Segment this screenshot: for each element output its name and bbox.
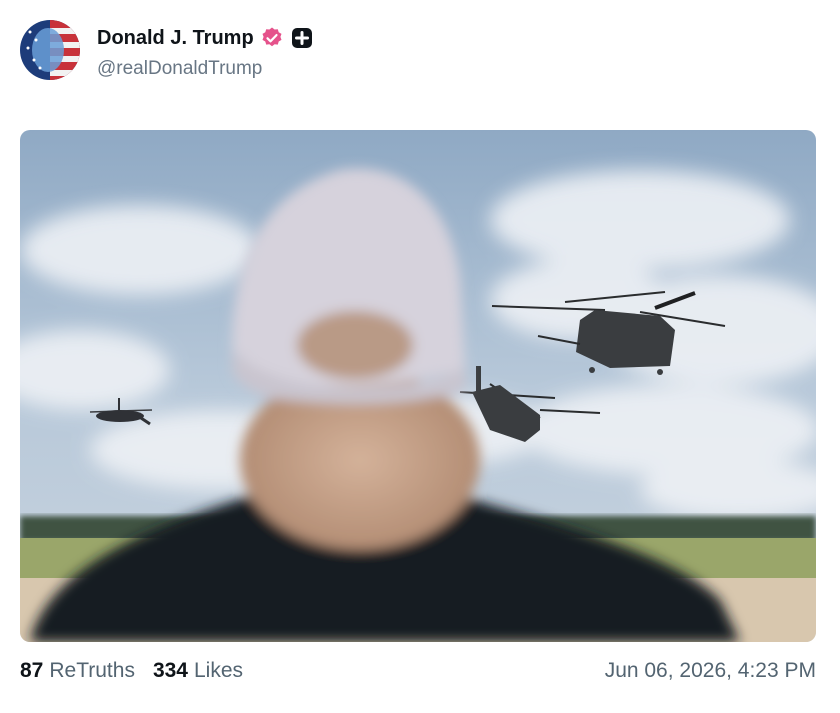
author-avatar[interactable] <box>20 20 80 80</box>
author-display-name[interactable]: Donald J. Trump <box>97 27 254 50</box>
retruths-stat[interactable]: 87 ReTruths <box>20 659 135 683</box>
post-header: Donald J. Trump @realDonaldTrump <box>20 20 820 82</box>
post-timestamp[interactable]: Jun 06, 2026, 4:23 PM <box>605 659 816 683</box>
author-name-row: Donald J. Trump <box>97 26 314 50</box>
likes-count: 334 <box>152 659 188 682</box>
helicopters-photo <box>20 130 816 642</box>
retruths-label: ReTruths <box>49 659 135 682</box>
post-footer: 87 ReTruths 334 Likes Jun 06, 2026, 4:23… <box>20 656 816 688</box>
post-photo[interactable] <box>20 130 816 642</box>
avatar-image <box>20 20 80 80</box>
verified-badge-icon <box>260 26 284 50</box>
author-handle[interactable]: @realDonaldTrump <box>97 58 262 80</box>
likes-label: Likes <box>194 659 244 682</box>
retruths-count: 87 <box>20 659 44 682</box>
likes-stat[interactable]: 334 Likes <box>153 659 243 683</box>
post-stats: 87 ReTruths 334 Likes <box>20 659 243 683</box>
plus-square-icon <box>290 26 314 50</box>
